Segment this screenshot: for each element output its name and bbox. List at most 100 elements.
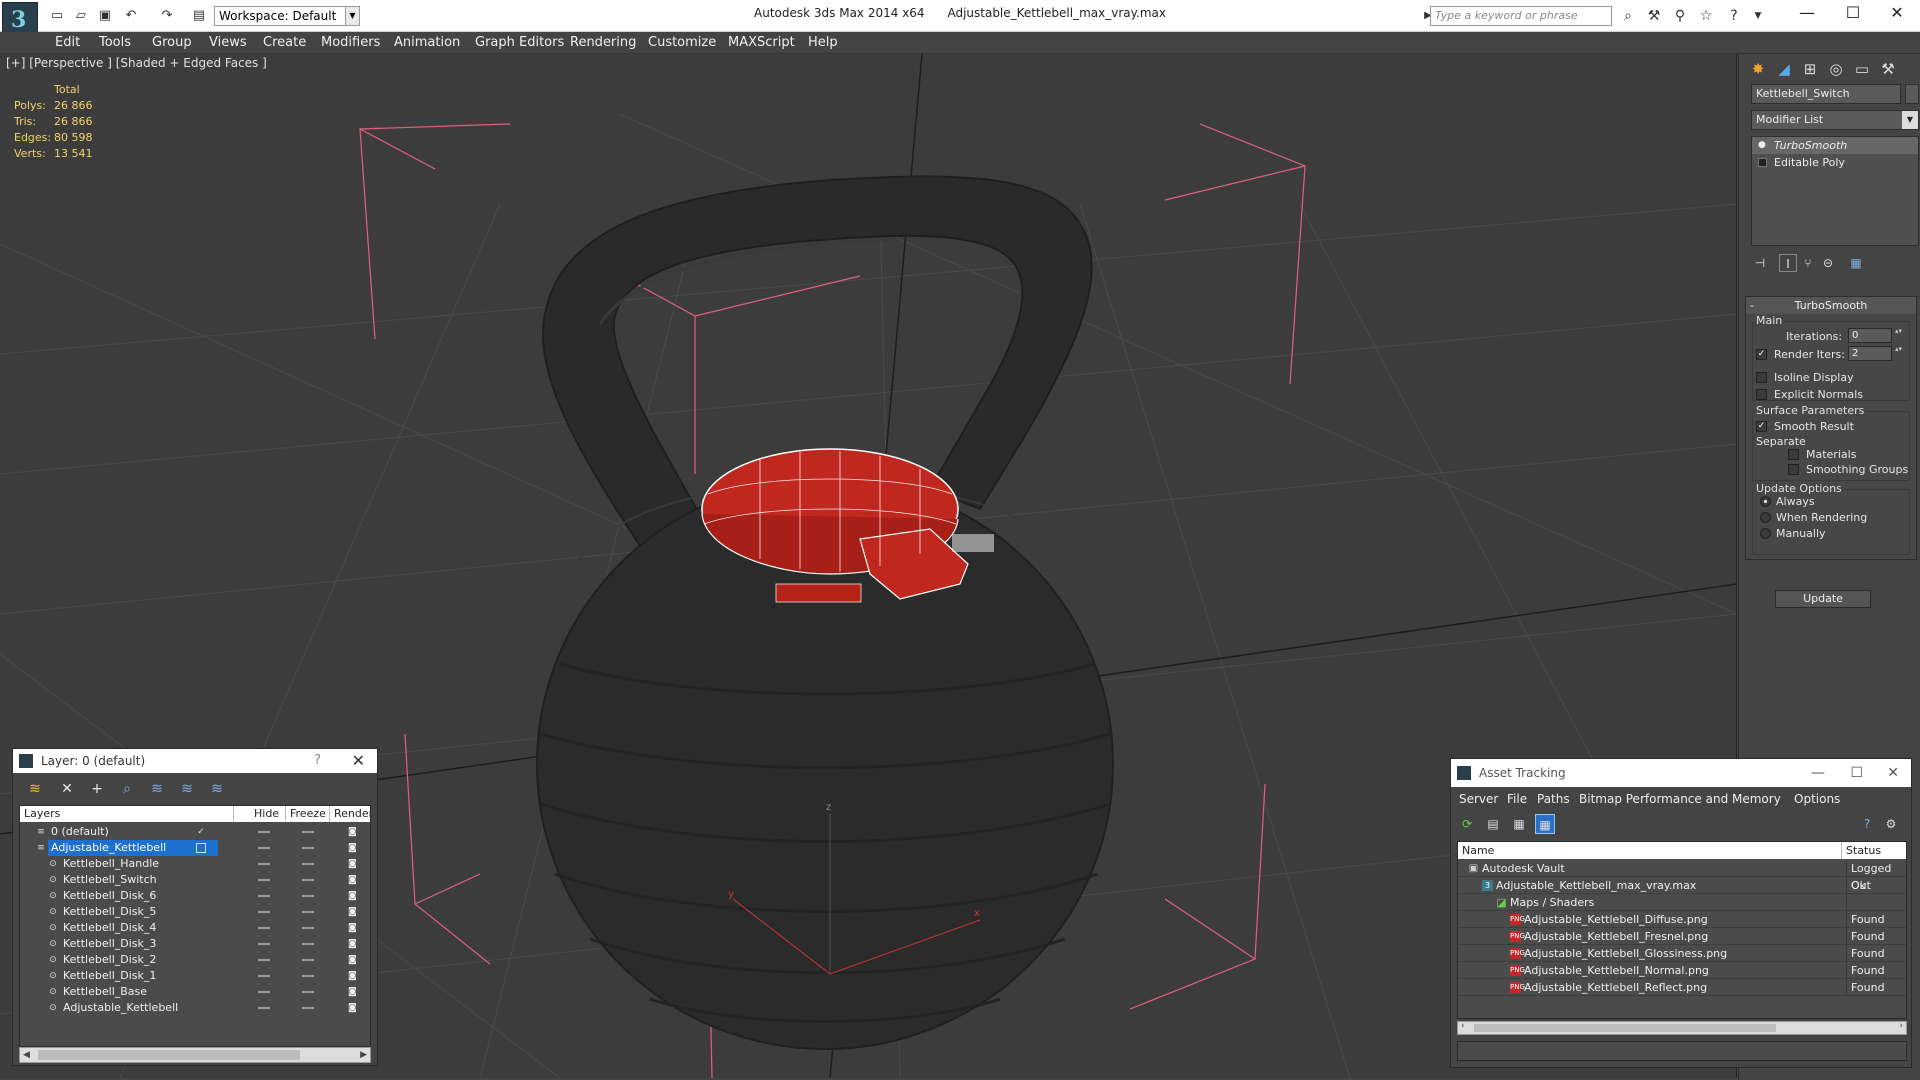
scroll-right-icon[interactable]: ▶: [360, 1048, 367, 1062]
scroll-right-icon[interactable]: ›: [1899, 1021, 1903, 1031]
communication-center-icon[interactable]: ⚲: [1670, 6, 1690, 26]
freeze-toggle[interactable]: [302, 895, 314, 897]
layer-row[interactable]: ⊙ Kettlebell_Switch ◙: [20, 872, 370, 888]
freeze-toggle[interactable]: [302, 927, 314, 929]
layer-row[interactable]: ⊙ Kettlebell_Disk_2 ◙: [20, 952, 370, 968]
render-teapot-icon[interactable]: ◙: [348, 987, 360, 997]
layer-dialog-titlebar[interactable]: Layer: 0 (default) ? ✕: [13, 749, 377, 773]
remove-modifier-icon[interactable]: ⊝: [1819, 254, 1837, 272]
freeze-toggle[interactable]: [302, 991, 314, 993]
layer-row[interactable]: ⊙ Kettlebell_Disk_1 ◙: [20, 968, 370, 984]
hide-toggle[interactable]: [258, 847, 270, 849]
highlight-layer-icon[interactable]: ≋: [147, 779, 167, 799]
hide-toggle[interactable]: [258, 1007, 270, 1009]
modify-tab-icon[interactable]: ◢: [1771, 56, 1797, 82]
column-name[interactable]: Name: [1458, 842, 1842, 859]
materials-checkbox[interactable]: [1788, 449, 1799, 460]
rollout-header[interactable]: - TurboSmooth: [1746, 297, 1916, 314]
hierarchy-tab-icon[interactable]: ⊞: [1797, 56, 1823, 82]
layer-row[interactable]: ⊙ Kettlebell_Disk_3 ◙: [20, 936, 370, 952]
layer-name[interactable]: Kettlebell_Handle: [60, 856, 162, 872]
smooth-result-checkbox[interactable]: ✓: [1756, 421, 1767, 432]
close-button[interactable]: ✕: [1887, 759, 1899, 787]
when-rendering-radio[interactable]: [1760, 512, 1771, 523]
create-layer-icon[interactable]: ≋: [25, 779, 45, 799]
minimize-button[interactable]: —: [1784, 0, 1830, 26]
explicit-normals-checkbox[interactable]: [1756, 389, 1767, 400]
help-button[interactable]: ?: [314, 749, 321, 773]
hide-toggle[interactable]: [258, 975, 270, 977]
asset-row[interactable]: PNG Adjustable_Kettlebell_Reflect.png Foun…: [1458, 979, 1906, 996]
column-layers[interactable]: Layers: [20, 806, 234, 822]
hide-toggle[interactable]: [258, 831, 270, 833]
menu-maxscript[interactable]: MAXScript: [728, 32, 795, 54]
hide-toggle[interactable]: [258, 863, 270, 865]
layer-name[interactable]: Kettlebell_Switch: [60, 872, 160, 888]
freeze-toggle[interactable]: [302, 847, 314, 849]
minimize-button[interactable]: —: [1811, 759, 1825, 787]
layer-name[interactable]: Kettlebell_Disk_5: [60, 904, 159, 920]
display-tab-icon[interactable]: ▭: [1849, 56, 1875, 82]
subscription-icon[interactable]: ⚒: [1644, 6, 1664, 26]
asset-menu-file[interactable]: File: [1507, 789, 1527, 809]
hide-toggle[interactable]: [258, 943, 270, 945]
hide-toggle[interactable]: [258, 959, 270, 961]
layer-row[interactable]: ⊙ Kettlebell_Disk_4 ◙: [20, 920, 370, 936]
utilities-tab-icon[interactable]: ⚒: [1875, 56, 1901, 82]
layer-name[interactable]: Kettlebell_Disk_4: [60, 920, 159, 936]
horizontal-scrollbar[interactable]: ◀ ▶: [19, 1047, 371, 1063]
close-button[interactable]: ✕: [352, 749, 365, 773]
lightbulb-icon[interactable]: ●: [1758, 141, 1767, 150]
render-teapot-icon[interactable]: ◙: [348, 923, 360, 933]
layer-name[interactable]: Kettlebell_Disk_1: [60, 968, 159, 984]
stack-item-editable-poly[interactable]: Editable Poly: [1752, 154, 1918, 171]
motion-tab-icon[interactable]: ◎: [1823, 56, 1849, 82]
freeze-toggle[interactable]: [302, 831, 314, 833]
layer-name[interactable]: Kettlebell_Base: [60, 984, 150, 1000]
help-icon[interactable]: ?: [1724, 6, 1744, 26]
menu-rendering[interactable]: Rendering: [570, 32, 636, 54]
menu-group[interactable]: Group: [152, 32, 192, 54]
freeze-toggle[interactable]: [302, 911, 314, 913]
add-to-layer-icon[interactable]: +: [87, 779, 107, 799]
scroll-left-icon[interactable]: ‹: [1461, 1021, 1465, 1031]
set-current-box-icon[interactable]: [196, 843, 206, 853]
table-view-icon[interactable]: ▦: [1535, 814, 1555, 834]
help-icon[interactable]: ?: [1857, 814, 1877, 834]
column-render[interactable]: Render: [330, 806, 370, 822]
layer-row[interactable]: ≡ 0 (default) ✓ ◙: [20, 824, 370, 840]
configure-sets-icon[interactable]: ▦: [1847, 254, 1865, 272]
menu-tools[interactable]: Tools: [99, 32, 131, 54]
hide-toggle[interactable]: [258, 927, 270, 929]
column-freeze[interactable]: Freeze: [286, 806, 330, 822]
refresh-icon[interactable]: ⟳: [1457, 814, 1477, 834]
scroll-thumb[interactable]: [38, 1050, 300, 1060]
make-unique-icon[interactable]: ⑂: [1799, 254, 1817, 272]
pin-stack-icon[interactable]: ⊣: [1751, 254, 1769, 272]
layer-name[interactable]: Kettlebell_Disk_6: [60, 888, 159, 904]
layer-name[interactable]: Kettlebell_Disk_2: [60, 952, 159, 968]
render-teapot-icon[interactable]: ◙: [348, 827, 360, 837]
search-input[interactable]: Type a keyword or phrase: [1430, 6, 1612, 26]
asset-row[interactable]: 3 Adjustable_Kettlebell_max_vray.max Ok: [1458, 877, 1906, 894]
asset-row[interactable]: ▣ Autodesk Vault Logged Out: [1458, 860, 1906, 892]
layer-row[interactable]: ⊙ Kettlebell_Disk_6 ◙: [20, 888, 370, 904]
always-radio[interactable]: [1760, 496, 1771, 507]
asset-row[interactable]: PNG Adjustable_Kettlebell_Normal.png Found: [1458, 962, 1906, 979]
menu-animation[interactable]: Animation: [394, 32, 460, 54]
layer-row[interactable]: ⊙ Adjustable_Kettlebell ◙: [20, 1000, 370, 1016]
render-teapot-icon[interactable]: ◙: [348, 891, 360, 901]
render-teapot-icon[interactable]: ◙: [348, 971, 360, 981]
freeze-toggle[interactable]: [302, 975, 314, 977]
render-iters-spinner[interactable]: 2: [1848, 346, 1903, 361]
render-teapot-icon[interactable]: ◙: [348, 843, 360, 853]
object-color-swatch[interactable]: [1905, 84, 1919, 104]
render-teapot-icon[interactable]: ◙: [348, 875, 360, 885]
help-dropdown-icon[interactable]: ▼: [1748, 6, 1768, 26]
hide-toggle[interactable]: [258, 991, 270, 993]
iterations-spinner[interactable]: 0: [1848, 328, 1903, 343]
asset-row[interactable]: PNG Adjustable_Kettlebell_Fresnel.png Foun…: [1458, 928, 1906, 945]
scroll-left-icon[interactable]: ◀: [23, 1048, 30, 1062]
stack-item-turbosmooth[interactable]: ● TurboSmooth: [1752, 137, 1918, 154]
freeze-all-layers-icon[interactable]: ≋: [207, 779, 227, 799]
